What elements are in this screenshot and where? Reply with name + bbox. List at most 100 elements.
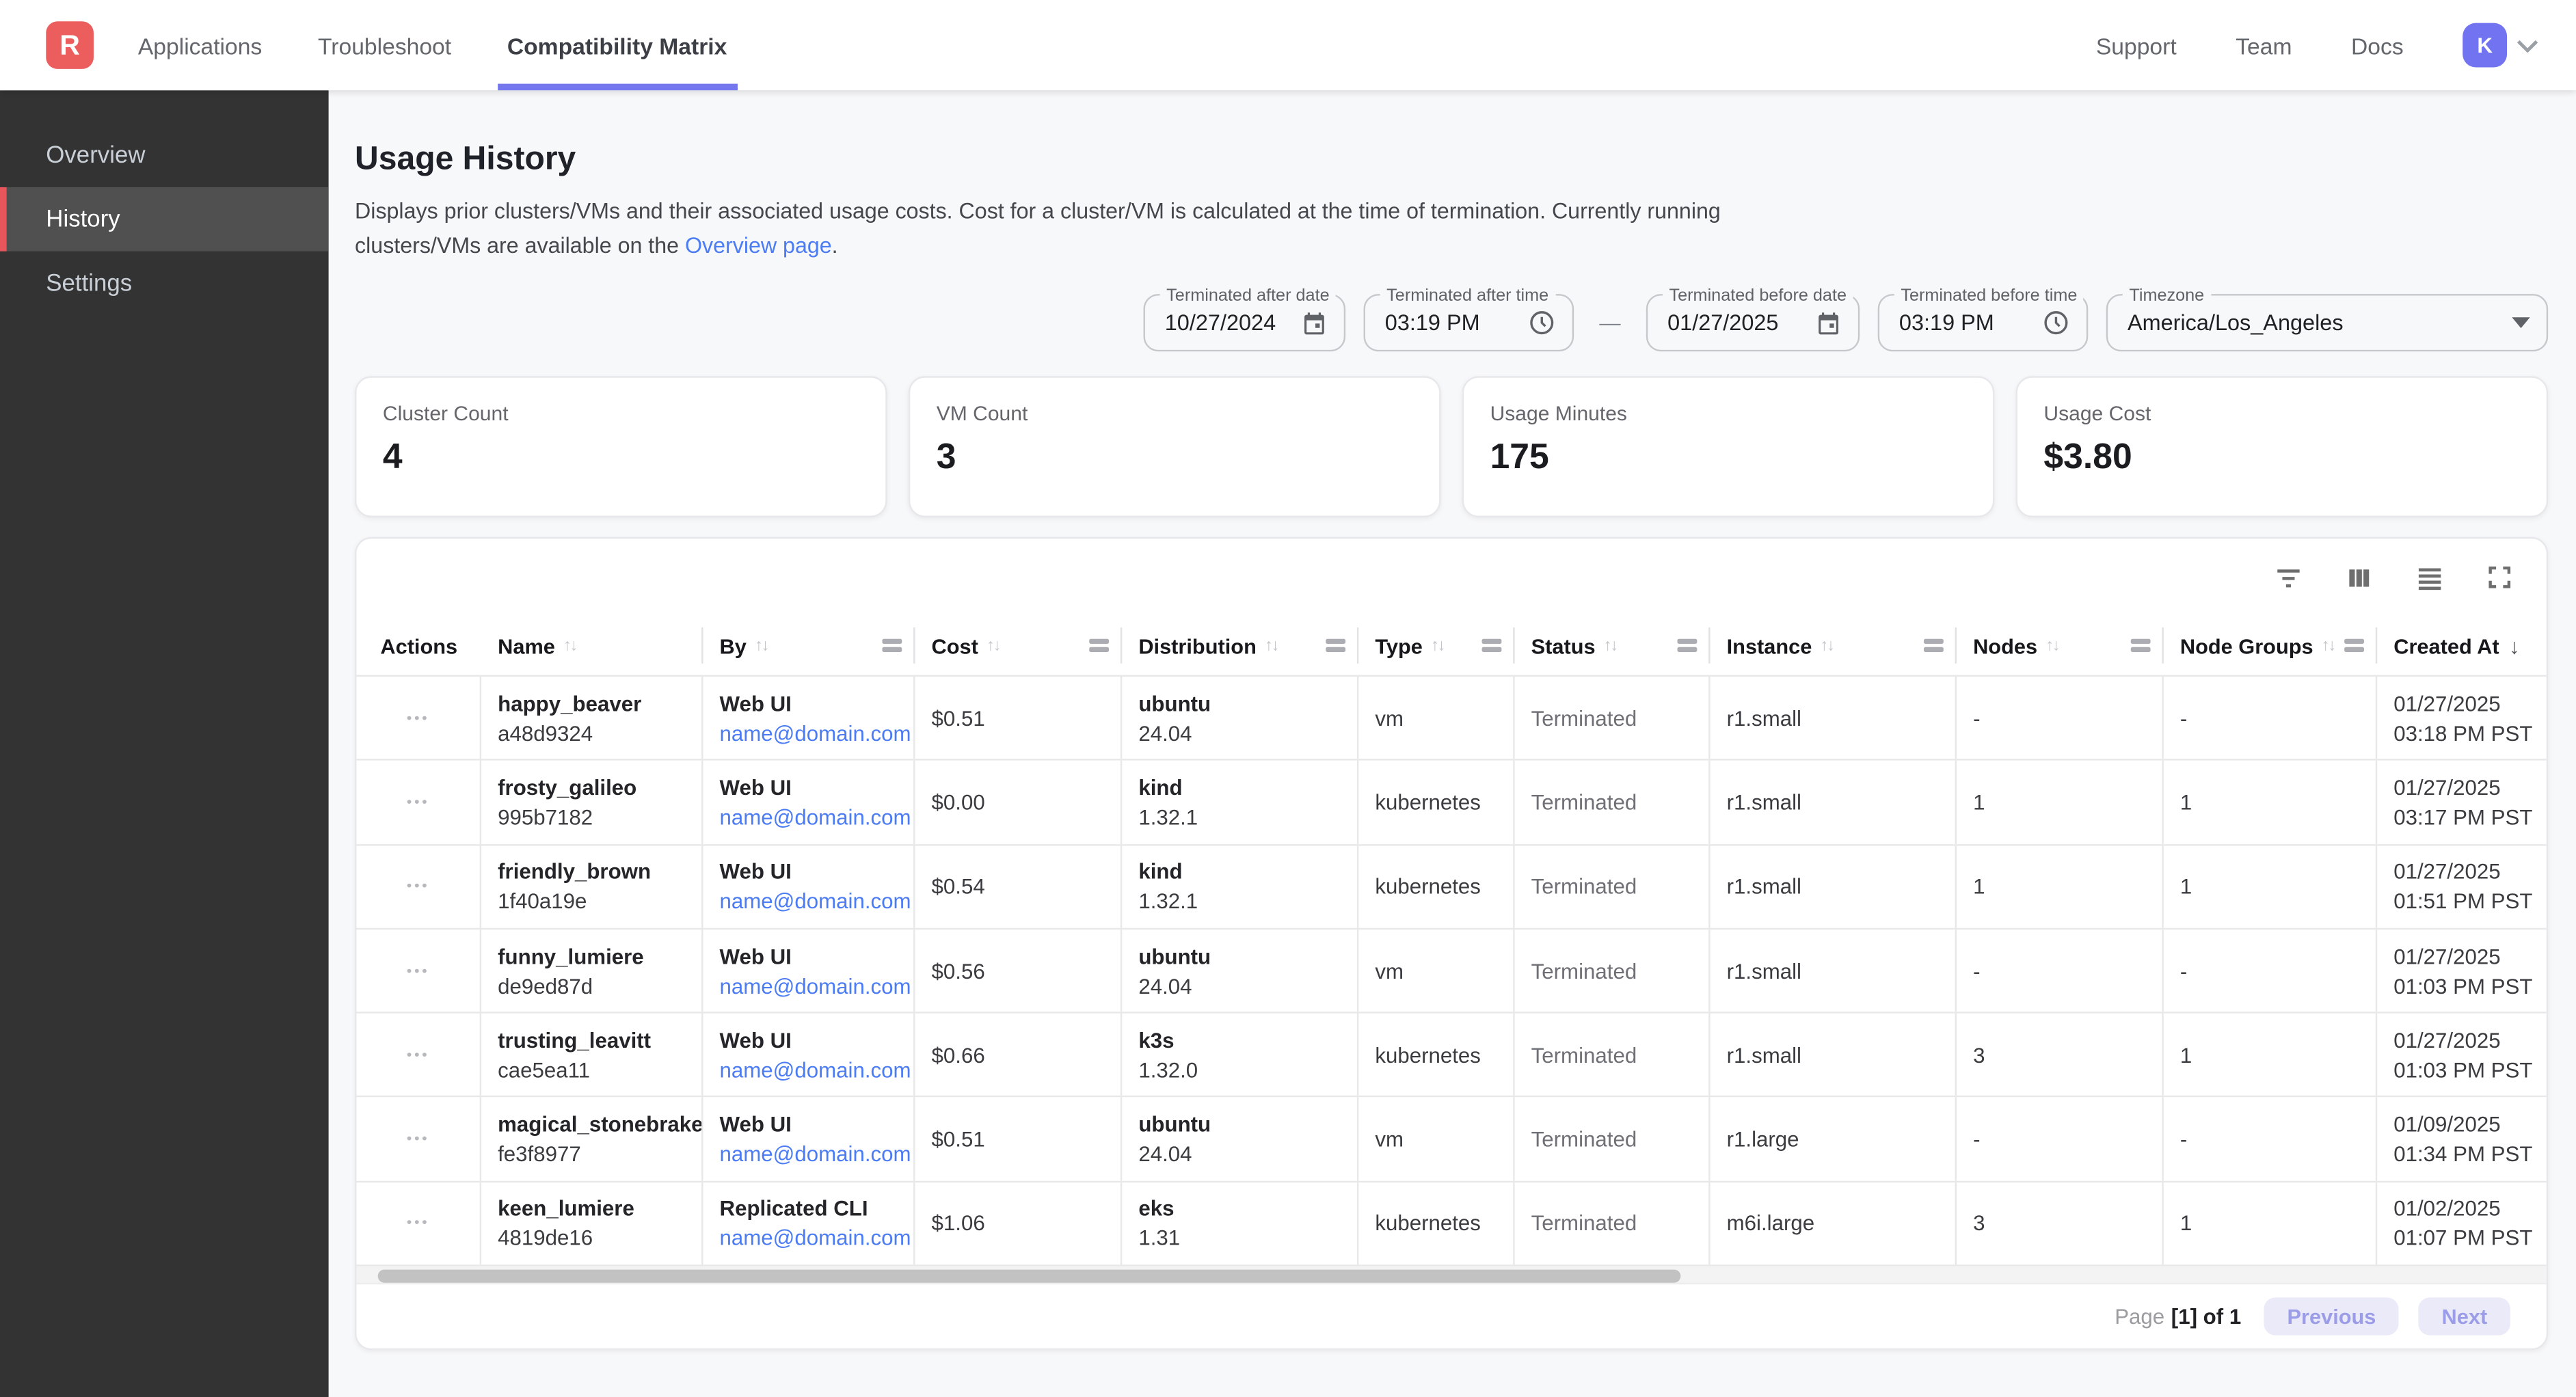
column-header-instance[interactable]: Instance↑↓ <box>1710 616 1957 675</box>
column-menu-icon[interactable] <box>1678 639 1698 651</box>
created-by-email[interactable]: name@domain.com <box>720 720 914 745</box>
stat-value: $3.80 <box>2043 437 2520 478</box>
cell-created-at: 01/27/202501:03 PM PST <box>2377 1014 2547 1096</box>
cell-actions: ••• <box>356 1014 481 1096</box>
created-by-source: Web UI <box>720 691 914 716</box>
cost-value: $0.54 <box>932 874 1121 899</box>
cell-distribution: kind1.32.1 <box>1122 761 1358 843</box>
distribution-version: 24.04 <box>1138 973 1357 998</box>
cell-by: Web UIname@domain.com <box>703 1014 915 1096</box>
scrollbar-thumb[interactable] <box>378 1269 1681 1282</box>
status-value: Terminated <box>1531 1211 1709 1236</box>
cluster-name: magical_stonebraker <box>498 1112 701 1137</box>
sort-icon: ↑↓ <box>987 636 999 654</box>
replicated-logo[interactable]: R <box>46 21 94 69</box>
created-time: 03:17 PM PST <box>2393 804 2546 829</box>
sidebar-item-history[interactable]: History <box>0 187 329 252</box>
nodes-value: 3 <box>1973 1043 2162 1068</box>
filter-field-label: Terminated before date <box>1663 285 1853 305</box>
column-menu-icon[interactable] <box>1482 639 1502 651</box>
filter-field-value: 03:19 PM <box>1385 310 1528 335</box>
row-actions-button[interactable]: ••• <box>407 879 430 894</box>
created-by-email[interactable]: name@domain.com <box>720 889 914 914</box>
cell-by: Web UIname@domain.com <box>703 845 915 928</box>
created-by-source: Web UI <box>720 775 914 800</box>
filter-button[interactable] <box>2270 559 2307 595</box>
density-button[interactable] <box>2412 559 2448 595</box>
cell-distribution: ubuntu24.04 <box>1122 1098 1358 1180</box>
created-by-email[interactable]: name@domain.com <box>720 1226 914 1251</box>
created-date: 01/02/2025 <box>2393 1196 2546 1221</box>
filter-field-terminated-after-time[interactable]: Terminated after time 03:19 PM <box>1364 294 1574 351</box>
cell-distribution: kind1.32.1 <box>1122 845 1358 928</box>
filter-field-terminated-after-date[interactable]: Terminated after date 10/27/2024 <box>1144 294 1346 351</box>
cluster-id: 1f40a19e <box>498 889 701 914</box>
cell-distribution: eks1.31 <box>1122 1182 1358 1265</box>
filter-field-timezone[interactable]: Timezone America/Los_Angeles <box>2106 294 2548 351</box>
column-header-cost[interactable]: Cost ↑↓ <box>915 616 1123 675</box>
column-label: Name <box>498 633 555 657</box>
nav-team[interactable]: Team <box>2236 0 2292 90</box>
cell-instance: r1.small <box>1710 930 1957 1012</box>
sidebar-item-overview[interactable]: Overview <box>0 123 329 187</box>
column-header-nodes[interactable]: Nodes↑↓ <box>1957 616 2164 675</box>
cell-created-at: 01/27/202503:18 PM PST <box>2377 677 2547 759</box>
cell-type: vm <box>1358 930 1514 1012</box>
cell-node-groups: 1 <box>2164 1014 2377 1096</box>
column-menu-icon[interactable] <box>1326 639 1345 651</box>
cluster-name: happy_beaver <box>498 691 701 716</box>
clock-icon <box>1528 309 1556 337</box>
next-button[interactable]: Next <box>2419 1297 2510 1335</box>
account-menu[interactable]: K <box>2463 23 2538 68</box>
row-actions-button[interactable]: ••• <box>407 963 430 978</box>
column-label: By <box>720 633 747 657</box>
row-actions-button[interactable]: ••• <box>407 711 430 726</box>
nav-troubleshoot[interactable]: Troubleshoot <box>318 0 451 90</box>
column-header-status[interactable]: Status↑↓ <box>1515 616 1710 675</box>
table-body: •••happy_beavera48d9324Web UIname@domain… <box>356 675 2546 1266</box>
row-actions-button[interactable]: ••• <box>407 1048 430 1063</box>
chevron-down-icon[interactable] <box>2517 38 2538 51</box>
sidebar-item-settings[interactable]: Settings <box>0 252 329 316</box>
column-menu-icon[interactable] <box>1924 639 1944 651</box>
cell-actions: ••• <box>356 930 481 1012</box>
stat-label: VM Count <box>937 403 1413 426</box>
previous-button[interactable]: Previous <box>2264 1297 2399 1335</box>
nav-compatibility-matrix[interactable]: Compatibility Matrix <box>507 0 727 90</box>
row-actions-button[interactable]: ••• <box>407 1132 430 1147</box>
column-header-node-groups[interactable]: Node Groups↑↓ <box>2164 616 2377 675</box>
cell-status: Terminated <box>1515 677 1710 759</box>
fullscreen-button[interactable] <box>2482 560 2517 594</box>
column-label: Status <box>1531 633 1596 657</box>
created-by-email[interactable]: name@domain.com <box>720 973 914 998</box>
filter-field-terminated-before-time[interactable]: Terminated before time 03:19 PM <box>1878 294 2089 351</box>
avatar[interactable]: K <box>2463 23 2507 68</box>
filter-field-terminated-before-date[interactable]: Terminated before date 01/27/2025 <box>1646 294 1860 351</box>
cell-instance: r1.small <box>1710 761 1957 843</box>
nav-docs[interactable]: Docs <box>2351 0 2404 90</box>
created-time: 01:03 PM PST <box>2393 1057 2546 1082</box>
column-menu-icon[interactable] <box>2344 639 2364 651</box>
column-menu-icon[interactable] <box>1089 639 1109 651</box>
column-header-by[interactable]: By↑↓ <box>703 616 915 675</box>
row-actions-button[interactable]: ••• <box>407 1216 430 1231</box>
column-menu-icon[interactable] <box>882 639 902 651</box>
column-label: Cost <box>932 633 978 657</box>
overview-page-link[interactable]: Overview page <box>685 233 832 258</box>
column-header-name[interactable]: Name↑↓ <box>481 616 703 675</box>
column-header-type[interactable]: Type↑↓ <box>1358 616 1514 675</box>
type-value: kubernetes <box>1375 874 1513 899</box>
columns-button[interactable] <box>2341 559 2377 595</box>
nav-support[interactable]: Support <box>2096 0 2177 90</box>
cluster-name: friendly_brown <box>498 859 701 884</box>
nav-applications[interactable]: Applications <box>138 0 262 90</box>
row-actions-button[interactable]: ••• <box>407 795 430 810</box>
created-by-email[interactable]: name@domain.com <box>720 804 914 829</box>
column-menu-icon[interactable] <box>2131 639 2151 651</box>
table-row: •••happy_beavera48d9324Web UIname@domain… <box>356 675 2546 759</box>
column-header-distribution[interactable]: Distribution↑↓ <box>1122 616 1358 675</box>
created-by-email[interactable]: name@domain.com <box>720 1057 914 1082</box>
cell-nodes: - <box>1957 1098 2164 1180</box>
column-header-created-at[interactable]: Created At↓ <box>2377 616 2547 675</box>
created-by-email[interactable]: name@domain.com <box>720 1141 914 1166</box>
